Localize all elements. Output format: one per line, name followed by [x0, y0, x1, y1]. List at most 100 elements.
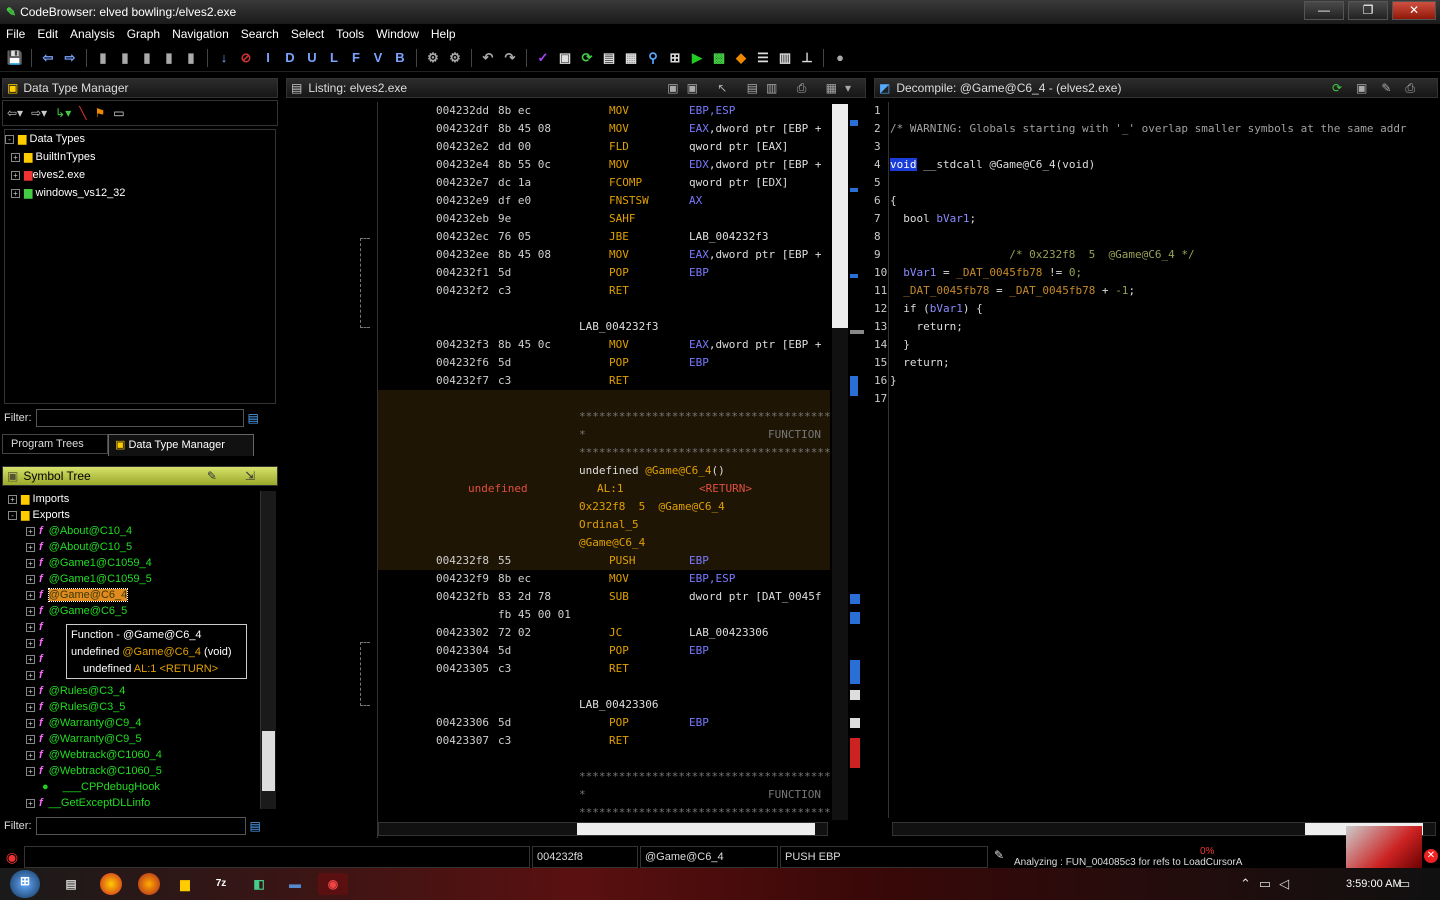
- listing-row[interactable]: ****************************************…: [378, 408, 830, 426]
- symbol-item[interactable]: + f @Game@C6_5: [4, 603, 260, 619]
- listing-row[interactable]: 004232e9 df e0 FNSTSW AX: [378, 192, 830, 210]
- tab-program-trees[interactable]: Program Trees: [2, 434, 108, 454]
- listing-row[interactable]: 004232e4 8b 55 0c MOV EDX,dword ptr [EBP +: [378, 156, 830, 174]
- tree-node-data-types[interactable]: - ▆ Data Types: [5, 130, 275, 148]
- function-nav-button[interactable]: F: [347, 49, 365, 67]
- instruction-bytes[interactable]: c3: [498, 732, 511, 750]
- expand-icon[interactable]: +: [26, 638, 35, 648]
- instruction-address[interactable]: 00423302: [436, 624, 489, 642]
- instruction-address[interactable]: 00423305: [436, 660, 489, 678]
- void-keyword[interactable]: void: [890, 158, 917, 171]
- listing-row[interactable]: LAB_00423306: [378, 696, 830, 714]
- comment-stars[interactable]: ****************************************…: [579, 408, 830, 426]
- task-icon[interactable]: ✎: [994, 848, 1010, 866]
- instruction-address[interactable]: 004232f1: [436, 264, 489, 282]
- instruction-address[interactable]: 004232f7: [436, 372, 489, 390]
- listing-row[interactable]: 004232f2 c3 RET: [378, 282, 830, 300]
- instruction-address[interactable]: 00423306: [436, 714, 489, 732]
- window-icon[interactable]: ▤: [600, 49, 618, 67]
- 7zip-icon[interactable]: 7z: [210, 873, 232, 895]
- instruction-operands[interactable]: dword ptr [DAT_0045f: [689, 588, 821, 606]
- comment-stars[interactable]: ****************************************…: [579, 444, 830, 462]
- instruction-bytes[interactable]: 8b ec: [498, 570, 531, 588]
- instruction-bytes[interactable]: 55: [498, 552, 511, 570]
- menu-search[interactable]: Search: [235, 27, 285, 41]
- instruction-bytes[interactable]: 9e: [498, 210, 511, 228]
- decompile-line[interactable]: }: [890, 336, 910, 354]
- instruction-address[interactable]: 004232e9: [436, 192, 489, 210]
- help-icon[interactable]: ●: [831, 49, 849, 67]
- instruction-mnemonic[interactable]: MOV: [609, 156, 629, 174]
- symbol-item[interactable]: ● ___CPPdebugHook: [4, 779, 260, 795]
- menu-tools[interactable]: Tools: [330, 27, 370, 41]
- filter-options-icon[interactable]: ▤: [248, 411, 259, 425]
- instruction-operands[interactable]: LAB_004232f3: [689, 228, 768, 246]
- tree-node-program[interactable]: + ▆elves2.exe: [5, 166, 275, 184]
- undo-icon[interactable]: ↶: [479, 49, 497, 67]
- listing-row[interactable]: 00423304 5d POP EBP: [378, 642, 830, 660]
- diamond-icon[interactable]: ◆: [732, 49, 750, 67]
- listing-row[interactable]: * FUNCTION: [378, 426, 830, 444]
- instruction-bytes[interactable]: 8b 45 08: [498, 246, 551, 264]
- listing-row[interactable]: ****************************************…: [378, 444, 830, 462]
- listing-toolbar-icons[interactable]: ▣▣ ↖ ▤▥ ⎙ ▦▾: [667, 81, 859, 96]
- expand-icon[interactable]: +: [11, 188, 20, 198]
- listing-row[interactable]: ****************************************…: [378, 768, 830, 786]
- instruction-address[interactable]: 004232f3: [436, 336, 489, 354]
- expand-icon[interactable]: +: [26, 654, 35, 664]
- instruction-address[interactable]: 004232e7: [436, 174, 489, 192]
- function-name-label[interactable]: @Game@C6_4: [579, 534, 645, 552]
- tool-icon[interactable]: ⚙: [446, 49, 464, 67]
- instruction-bytes[interactable]: dd 00: [498, 138, 531, 156]
- listing-row[interactable]: 004232f3 8b 45 0c MOV EAX,dword ptr [EBP +: [378, 336, 830, 354]
- listing-row[interactable]: 004232f9 8b ec MOV EBP,ESP: [378, 570, 830, 588]
- instruction-bytes[interactable]: 5d: [498, 714, 511, 732]
- return-tag[interactable]: <RETURN>: [699, 480, 752, 498]
- listing-row[interactable]: 00423302 72 02 JC LAB_00423306: [378, 624, 830, 642]
- instruction-bytes[interactable]: 8b 45 08: [498, 120, 551, 138]
- symbol-item[interactable]: + f @Warranty@C9_4: [4, 715, 260, 731]
- instruction-operands[interactable]: EBP: [689, 264, 709, 282]
- symbol-filter-input[interactable]: [35, 817, 246, 835]
- instruction-mnemonic[interactable]: FLD: [609, 138, 629, 156]
- instruction-mnemonic[interactable]: MOV: [609, 246, 629, 264]
- menu-analysis[interactable]: Analysis: [64, 27, 121, 41]
- tree-node-windows[interactable]: + ▆ windows_vs12_32: [5, 184, 275, 202]
- instruction-mnemonic[interactable]: PUSH: [609, 552, 636, 570]
- instruction-operands[interactable]: EBP: [689, 642, 709, 660]
- symbol-item[interactable]: + f @Webtrack@C1060_5: [4, 763, 260, 779]
- expand-icon[interactable]: +: [26, 766, 35, 776]
- instruction-address[interactable]: 00423304: [436, 642, 489, 660]
- page-icon[interactable]: ▮: [94, 49, 112, 67]
- filter-icon[interactable]: ╲: [79, 106, 86, 120]
- instruction-address[interactable]: 004232df: [436, 120, 489, 138]
- instruction-address[interactable]: 004232f8: [436, 552, 489, 570]
- comment-stars[interactable]: ****************************************…: [579, 768, 830, 786]
- instruction-mnemonic[interactable]: RET: [609, 282, 629, 300]
- instruction-nav-button[interactable]: I: [259, 49, 277, 67]
- down-arrow-icon[interactable]: ↓: [215, 49, 233, 67]
- ghidra-taskbar-icon[interactable]: ◉: [318, 873, 348, 895]
- scroll-thumb[interactable]: [577, 823, 815, 835]
- instruction-operands[interactable]: EBP,ESP: [689, 570, 735, 588]
- symbol-item[interactable]: + f @Game1@C1059_4: [4, 555, 260, 571]
- save-icon[interactable]: 💾: [6, 49, 24, 67]
- symbol-item-selected[interactable]: + f @Game@C6_4: [4, 587, 260, 603]
- instruction-operands[interactable]: EBP: [689, 354, 709, 372]
- bytes-nav-button[interactable]: B: [391, 49, 409, 67]
- instruction-mnemonic[interactable]: RET: [609, 372, 629, 390]
- instruction-bytes[interactable]: 83 2d 78: [498, 588, 551, 606]
- listing-row[interactable]: 004232f8 55 PUSH EBP: [378, 552, 830, 570]
- symbol-item[interactable]: + f @About@C10_4: [4, 523, 260, 539]
- value-nav-button[interactable]: V: [369, 49, 387, 67]
- page-icon[interactable]: ▮: [182, 49, 200, 67]
- instruction-mnemonic[interactable]: POP: [609, 354, 629, 372]
- expand-icon[interactable]: +: [26, 526, 35, 536]
- instruction-bytes[interactable]: 8b 55 0c: [498, 156, 551, 174]
- instruction-mnemonic[interactable]: FCOMP: [609, 174, 642, 192]
- function-keyword[interactable]: FUNCTION: [768, 426, 821, 444]
- instruction-mnemonic[interactable]: MOV: [609, 120, 629, 138]
- instruction-operands[interactable]: qword ptr [EAX]: [689, 138, 788, 156]
- return-type[interactable]: undefined: [468, 480, 528, 498]
- listing-row[interactable]: 004232dd 8b ec MOV EBP,ESP: [378, 102, 830, 120]
